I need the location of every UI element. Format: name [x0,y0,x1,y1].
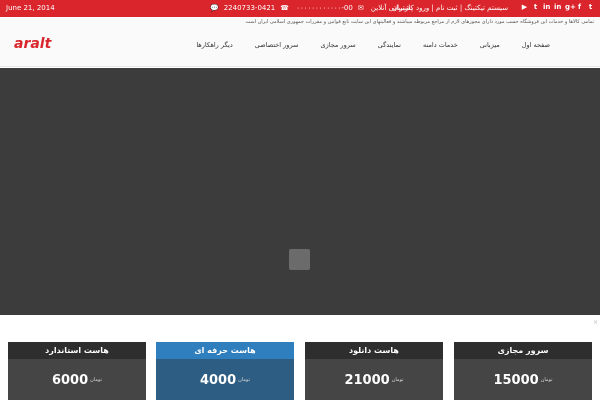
social-links: ▶ t in in g+ f t [521,3,594,12]
plan-body: تومان21000 [305,359,443,400]
price-amount: 21000 [344,373,390,388]
phone-number: 00-۰۰۰۰۰۰۰۰۰۰۰۰ [296,4,353,12]
price-amount: 15000 [493,373,539,388]
plan-card-vps[interactable]: سرور مجازی تومان15000 [454,342,592,400]
plan-title: هاست استاندارد [8,342,146,359]
nav-hosting[interactable]: میزبانی [480,41,500,49]
plan-price: تومان21000 [305,369,443,388]
price-unit: تومان [238,376,251,383]
plan-card-download[interactable]: هاست دانلود تومان21000 [305,342,443,400]
price-unit: تومان [540,376,553,383]
chat-icon[interactable]: 💬 [210,4,219,12]
main-nav: صفحه اول میزبانی خدمات دامنه نمایندگی سر… [196,41,550,49]
plan-title: هاست حرفه ای [156,342,294,359]
plan-price: تومان15000 [454,369,592,388]
pricing-plans: هاست استاندارد تومان6000 هاست حرفه ای تو… [0,342,600,400]
phone-number-2: 0421-2240733 [223,4,276,12]
date-label: June 21, 2014 [6,4,55,12]
linkedin-icon[interactable]: in [554,3,561,12]
nav-home[interactable]: صفحه اول [522,41,550,49]
hero-slider[interactable] [0,68,600,315]
tumblr-icon[interactable]: t [532,3,539,12]
price-unit: تومان [90,376,103,383]
loading-icon [289,249,310,270]
plan-body: تومان15000 [454,359,592,400]
headset-icon: ☎ [280,4,289,12]
facebook-icon[interactable]: f [576,3,583,12]
site-header: تمامی کالاها و خدمات این فروشگاه حسب مور… [0,17,600,67]
contact-info: 💬 پشتیبانی آنلاین ✉00-۰۰۰۰۰۰۰۰۰۰۰۰ ☎0421-… [210,2,418,15]
nav-domain[interactable]: خدمات دامنه [423,41,458,49]
plan-body: تومان6000 [8,359,146,400]
plan-price: تومان4000 [156,369,294,388]
plan-price: تومان6000 [8,369,146,388]
close-icon[interactable]: × [593,319,598,326]
price-unit: تومان [391,376,404,383]
nav-reseller[interactable]: نمایندگی [378,41,401,49]
youtube-icon[interactable]: ▶ [521,3,528,12]
plan-card-standard[interactable]: هاست استاندارد تومان6000 [8,342,146,400]
plan-card-professional[interactable]: هاست حرفه ای تومان4000 [156,342,294,400]
plan-body: تومان4000 [156,359,294,400]
price-amount: 4000 [199,373,237,388]
login-links[interactable]: سیستم تیکتینگ | ثبت نام | ورود کاربران [392,2,508,15]
svg-text:aralt: aralt [14,36,53,50]
nav-dedicated[interactable]: سرور اختصاصی [255,41,299,49]
twitter-icon[interactable]: t [587,3,594,12]
google-plus-icon[interactable]: g+ [565,3,576,12]
legal-notice: تمامی کالاها و خدمات این فروشگاه حسب مور… [245,19,594,25]
mail-icon: ✉ [357,4,364,12]
top-bar: June 21, 2014 💬 پشتیبانی آنلاین ✉00-۰۰۰۰۰… [0,0,600,17]
plan-title: هاست دانلود [305,342,443,359]
site-logo[interactable]: aralt [14,36,82,50]
linkedin-icon[interactable]: in [543,3,550,12]
nav-other-solutions[interactable]: دیگر راهکارها [196,41,232,49]
nav-vps[interactable]: سرور مجازی [320,41,355,49]
plan-title: سرور مجازی [454,342,592,359]
price-amount: 6000 [51,373,89,388]
